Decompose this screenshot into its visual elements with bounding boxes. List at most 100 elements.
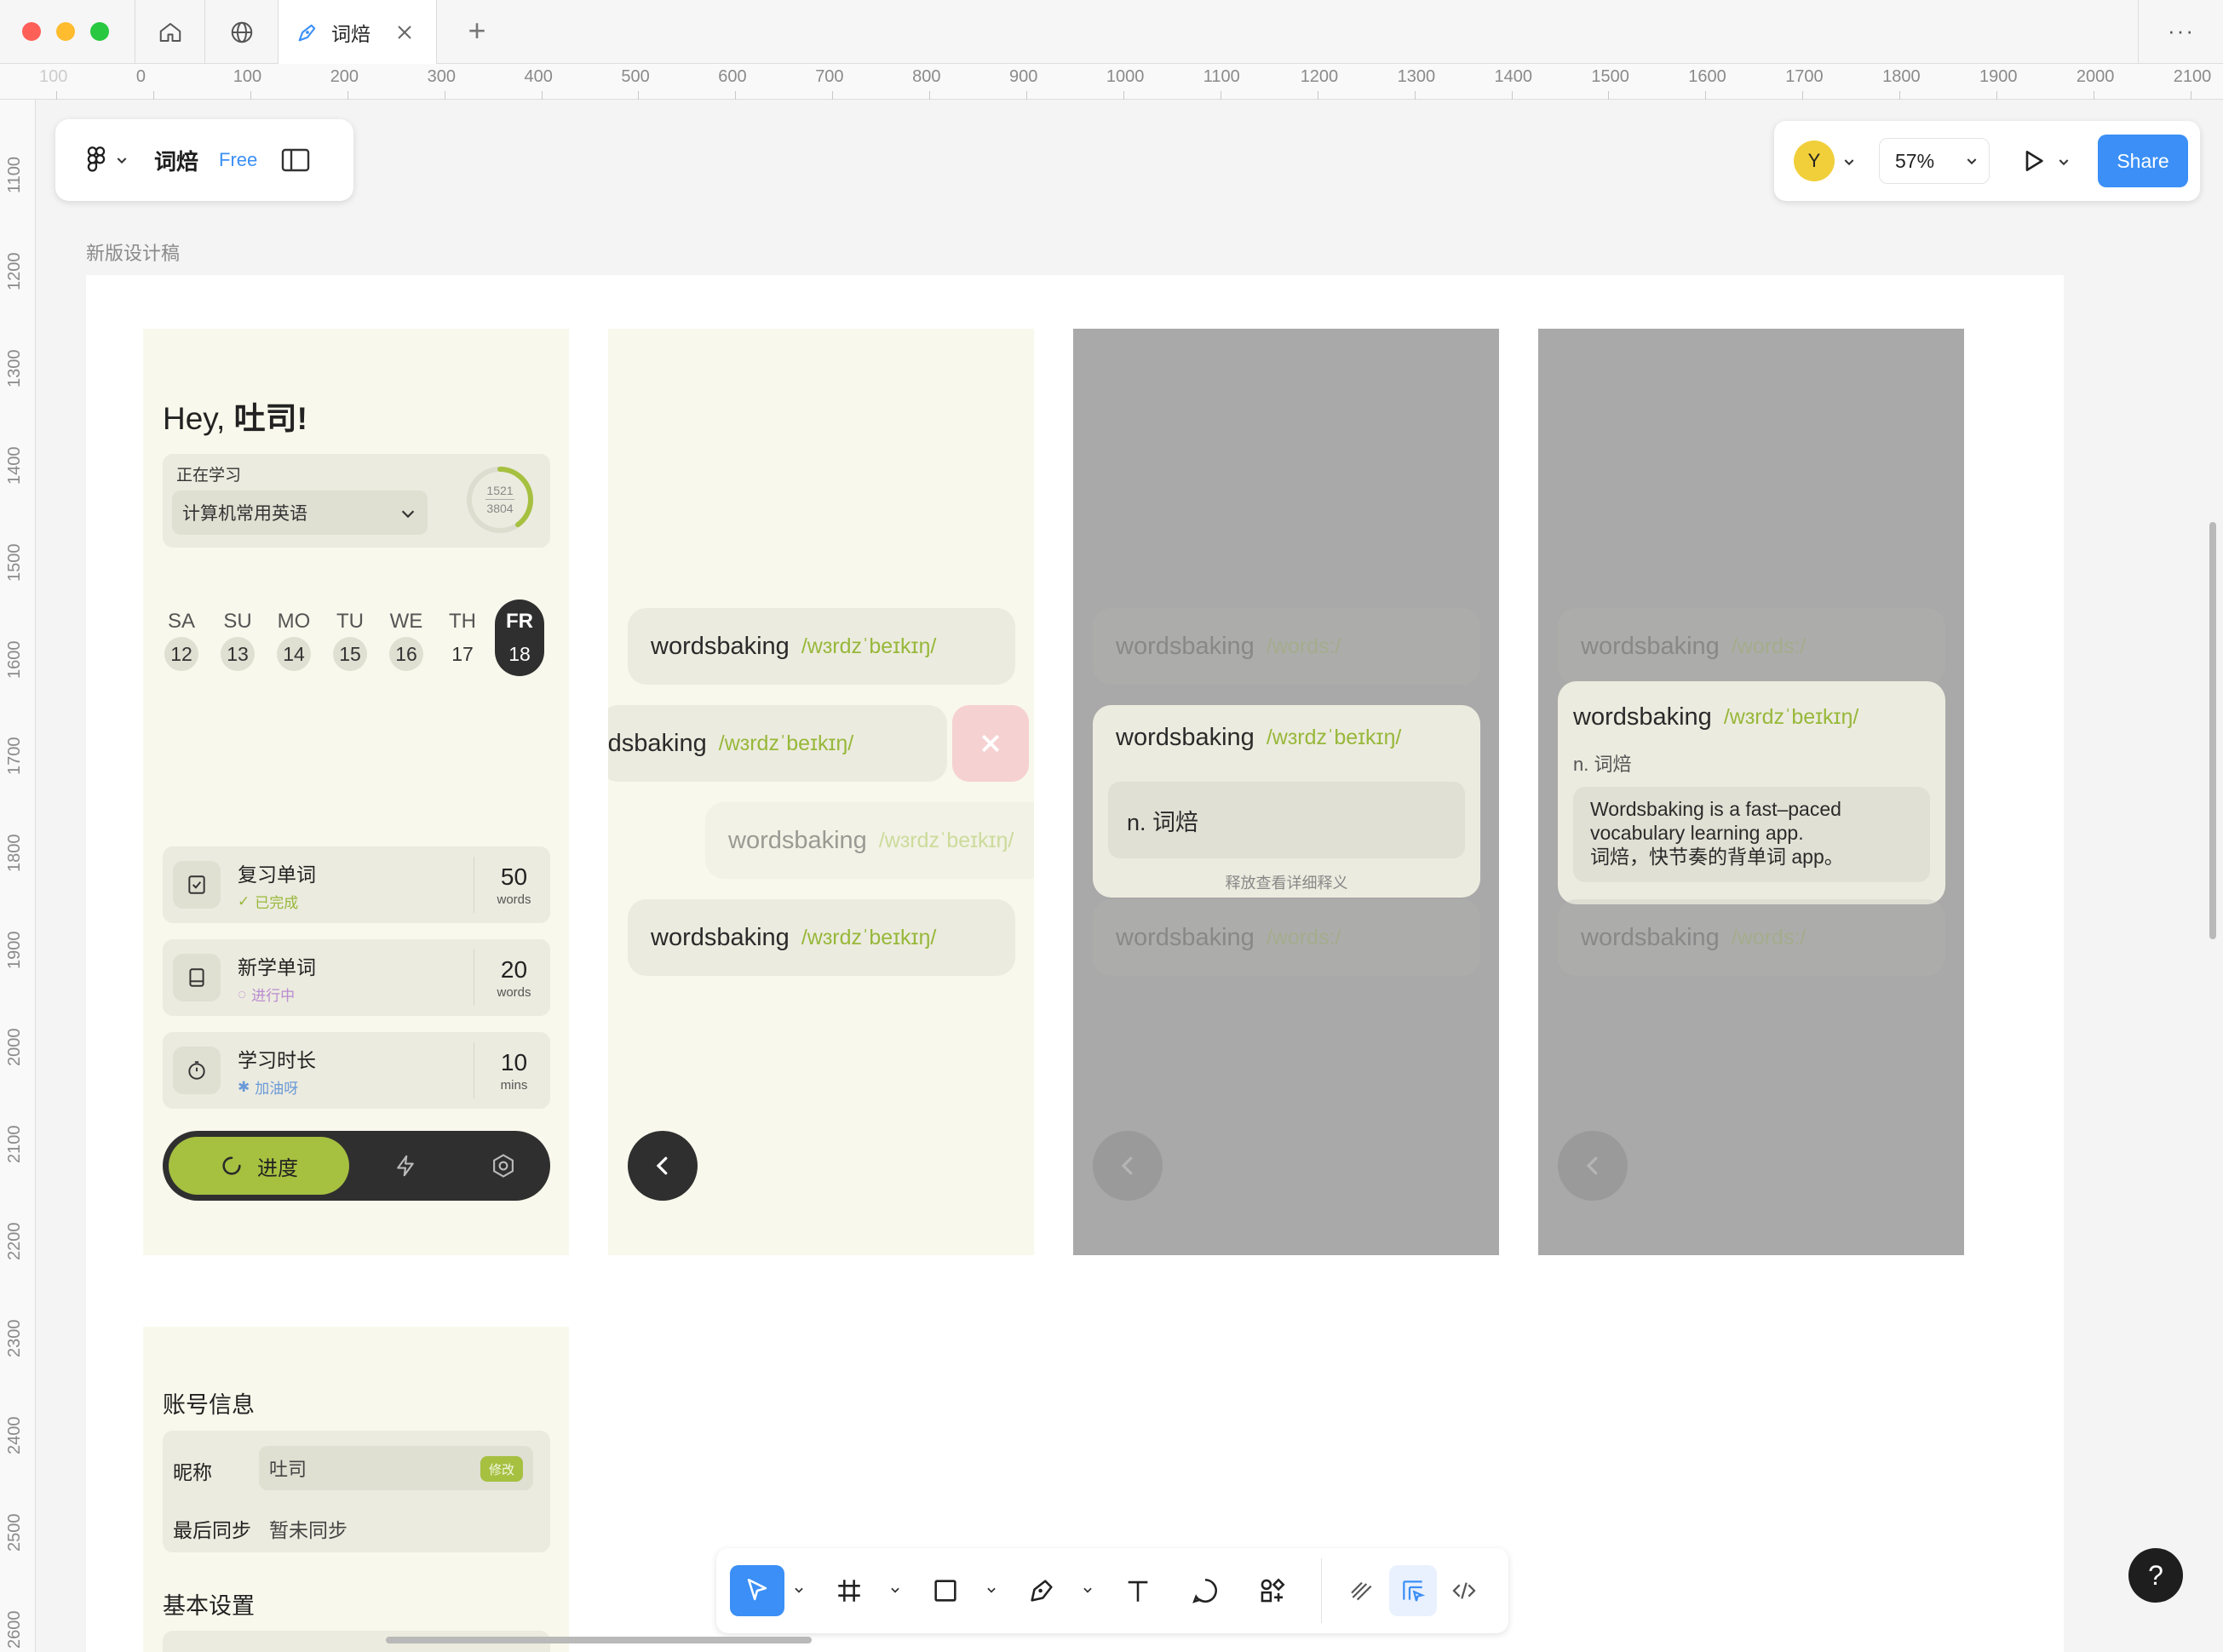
nickname-input[interactable]: 吐司 修改 [259,1446,533,1490]
day-number: 14 [277,637,311,671]
ruler-tick [638,91,640,100]
stat-status: ✱ 加油呀 [238,1076,298,1098]
chevron-down-icon[interactable] [985,1584,997,1596]
chevron-down-icon[interactable] [793,1584,805,1596]
word-card-expanded[interactable]: wordsbaking/wɜrdzˈbeɪkɪŋ/ n. 词焙 释放查看详细释义 [1093,705,1480,898]
day-th[interactable]: TH 17 [444,599,481,676]
day-we[interactable]: WE 16 [388,599,425,676]
chevron-down-icon[interactable] [2057,155,2071,169]
pen-tool[interactable] [1016,1565,1067,1616]
back-button[interactable] [1093,1131,1163,1201]
word-card-entering[interactable]: wordsbaking/wɜrdzˈbeɪkɪŋ/ [705,802,1034,879]
home-tab[interactable] [136,0,204,64]
word-text: wordsbaking [651,923,790,951]
new-tab-button[interactable]: + [460,13,494,48]
definition-line: 词焙，快节奏的背单词 app。 [1590,846,1844,868]
day-label: TU [336,610,364,633]
dev-mode[interactable] [1440,1565,1488,1616]
ruler-label: 1300 [5,349,24,387]
maximize-window-button[interactable] [90,22,109,41]
stat-card[interactable]: 复习单词 ✓ 已完成 50 words [163,846,550,923]
day-su[interactable]: SU 13 [219,599,256,676]
pen-icon [1031,1580,1053,1602]
minimize-window-button[interactable] [56,22,75,41]
chevron-down-icon[interactable] [889,1584,901,1596]
ruler-label: 2400 [5,1416,24,1454]
more-options-button[interactable]: ··· [2168,14,2195,48]
pen-tool-icon [298,24,316,41]
day-number: 16 [389,637,423,671]
horizontal-scrollbar[interactable] [386,1637,812,1643]
rectangle-icon [934,1580,956,1602]
vertical-scrollbar[interactable] [2209,522,2216,939]
word-card[interactable]: wordsbaking/words:/ [1558,608,1945,685]
ruler-tick [1511,91,1513,100]
rectangle-tool[interactable] [920,1565,971,1616]
sidebar-toggle-icon[interactable] [281,148,310,172]
user-avatar[interactable]: Y [1794,141,1835,181]
design-canvas[interactable]: 新版设计稿 Hey, 吐司! 正在学习 计算机常用英语 1521 3804 SA… [37,100,2223,1652]
ruler-label: 1700 [1785,67,1824,86]
stat-icon-box [173,954,221,1001]
text-tool[interactable] [1112,1565,1163,1616]
word-detail-screen[interactable]: wordsbaking/words:/ wordsbaking/wɜrdzˈbe… [1073,329,1499,1255]
play-icon[interactable] [2020,147,2048,175]
ruler-label: 900 [1009,67,1038,86]
course-select[interactable]: 计算机常用英语 [172,490,428,535]
day-tu[interactable]: TU 15 [331,599,369,676]
community-tab[interactable] [206,0,278,64]
ruler-label: 1900 [5,931,24,970]
close-window-button[interactable] [22,22,41,41]
stat-card[interactable]: 学习时长 ✱ 加油呀 10 mins [163,1032,550,1109]
close-tab-icon[interactable] [394,22,415,43]
word-card[interactable]: wordsbaking/words:/ [1558,899,1945,976]
bottom-nav: 进度 [163,1131,550,1201]
definition-line: Wordsbaking is a fast–paced [1590,798,1841,820]
zoom-control[interactable]: 57% [1879,138,1990,184]
account-screen[interactable]: 账号信息 昵称 吐司 修改 最后同步 暂未同步 基本设置 [143,1327,569,1652]
share-button[interactable]: Share [2098,135,2188,187]
file-panel: 词焙 Free [55,119,353,201]
ruler-label: 1500 [1591,67,1629,86]
progress-done: 1521 [486,484,514,497]
home-screen[interactable]: Hey, 吐司! 正在学习 计算机常用英语 1521 3804 SA 12 SU 13… [143,329,569,1255]
chevron-down-icon[interactable] [115,153,129,167]
chevron-down-icon[interactable] [1082,1584,1094,1596]
ruler-label: 0 [135,67,146,86]
back-button[interactable] [1558,1131,1628,1201]
ruler-label: 2500 [5,1513,24,1552]
design-mode[interactable] [1389,1565,1437,1616]
chevron-down-icon[interactable] [1842,155,1856,169]
tab-file[interactable]: 词焙 [279,0,436,64]
globe-icon [231,21,253,43]
greeting-prefix: Hey, [163,401,234,436]
word-card[interactable]: wordsbaking/wɜrdzˈbeɪkɪŋ/ [628,608,1015,685]
nav-settings-button[interactable] [486,1149,520,1183]
day-mo[interactable]: MO 14 [275,599,313,676]
move-tool[interactable] [730,1565,784,1616]
word-card[interactable]: wordsbaking/words:/ [1093,899,1480,976]
file-name[interactable]: 词焙 [154,145,198,176]
stat-card[interactable]: 新学单词 ◌ 进行中 20 words [163,939,550,1016]
page-label[interactable]: 新版设计稿 [86,238,180,266]
frame-tool[interactable] [824,1565,875,1616]
word-card[interactable]: wordsbaking/words:/ [1093,608,1480,685]
comment-tool[interactable] [1180,1565,1231,1616]
word-definition-card[interactable]: wordsbaking/wɜrdzˈbeɪkɪŋ/ n. 词焙 Wordsbak… [1558,681,1945,904]
assets-tool[interactable] [1247,1565,1298,1616]
definition-line: vocabulary learning app. [1590,822,1804,844]
help-button[interactable]: ? [2128,1548,2183,1603]
nav-flash-button[interactable] [388,1149,422,1183]
draw-mode[interactable] [1338,1565,1386,1616]
nav-progress-button[interactable]: 进度 [169,1137,349,1195]
delete-button[interactable] [952,705,1029,782]
word-card-swiped[interactable]: rdsbaking/wɜrdzˈbeɪkɪŋ/ [608,705,947,782]
word-definition-screen[interactable]: wordsbaking/words:/ wordsbaking/wɜrdzˈbe… [1538,329,1964,1255]
day-fr[interactable]: FR 18 [495,599,544,676]
word-card[interactable]: wordsbaking/wɜrdzˈbeɪkɪŋ/ [628,899,1015,976]
figma-logo-icon[interactable] [84,146,108,175]
edit-button[interactable]: 修改 [480,1456,523,1482]
back-button[interactable] [628,1131,698,1201]
word-list-screen[interactable]: wordsbaking/wɜrdzˈbeɪkɪŋ/ rdsbaking/wɜrd… [608,329,1034,1255]
day-sa[interactable]: SA 12 [163,599,200,676]
